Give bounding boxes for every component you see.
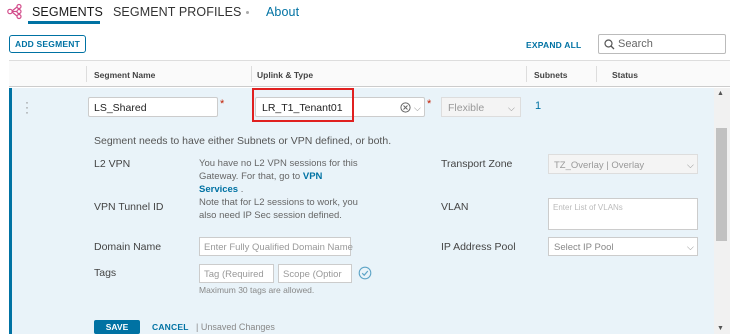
search-box[interactable]	[598, 34, 726, 54]
uplink-highlight-box	[252, 88, 354, 122]
domain-name-input[interactable]: Enter Fully Qualified Domain Name	[199, 237, 353, 256]
vlan-label: VLAN	[441, 201, 469, 213]
search-icon	[604, 39, 615, 50]
transport-zone-label: Transport Zone	[441, 158, 513, 170]
top-tabs-bar: SEGMENTS SEGMENT PROFILES About	[0, 0, 730, 24]
unsaved-changes-status: | Unsaved Changes	[196, 322, 275, 332]
tab-segment-profiles[interactable]: SEGMENT PROFILES	[113, 5, 241, 19]
domain-name-placeholder: Enter Fully Qualified Domain Name	[204, 242, 353, 253]
column-header-status[interactable]: Status	[612, 70, 638, 80]
tags-hint: Maximum 30 tags are allowed.	[199, 285, 315, 295]
validation-message: Segment needs to have either Subnets or …	[94, 135, 392, 147]
segment-type-select[interactable]: Flexible ⌵	[441, 97, 521, 117]
add-segment-button[interactable]: ADD SEGMENT	[9, 35, 86, 53]
column-header-uplink-type[interactable]: Uplink & Type	[257, 70, 313, 80]
ip-pool-placeholder: Select IP Pool	[554, 242, 614, 253]
tab-separator	[246, 11, 249, 14]
clear-icon[interactable]	[400, 102, 411, 113]
scrollbar-thumb[interactable]	[716, 128, 727, 241]
required-marker: *	[220, 98, 225, 110]
l2vpn-info-text: You have no L2 VPN sessions for this Gat…	[199, 157, 359, 222]
column-divider	[251, 66, 252, 82]
vlan-placeholder: Enter List of VLANs	[553, 203, 623, 212]
tab-segments[interactable]: SEGMENTS	[32, 5, 103, 19]
search-input[interactable]	[618, 36, 722, 52]
column-divider	[86, 66, 87, 82]
scope-input[interactable]: Scope (Optior	[278, 264, 352, 283]
expand-all-button[interactable]: EXPAND ALL	[526, 40, 581, 50]
ip-pool-label: IP Address Pool	[441, 241, 516, 253]
chevron-down-icon: ⌵	[687, 160, 694, 170]
cancel-button[interactable]: CANCEL	[152, 322, 189, 332]
subnets-count-link[interactable]: 1	[535, 100, 541, 112]
scroll-down-arrow[interactable]: ▼	[717, 325, 724, 332]
segment-type-value: Flexible	[448, 102, 485, 114]
chevron-down-icon: ⌵	[687, 242, 694, 252]
segment-name-value: LS_Shared	[94, 102, 147, 114]
domain-name-label: Domain Name	[94, 241, 162, 253]
scope-placeholder: Scope (Optior	[283, 269, 342, 280]
tags-label: Tags	[94, 267, 117, 279]
transport-zone-value: TZ_Overlay | Overlay	[554, 160, 645, 171]
ip-pool-select[interactable]: Select IP Pool ⌵	[548, 237, 698, 256]
segment-name-field[interactable]: LS_Shared	[88, 97, 218, 117]
chevron-down-icon[interactable]: ⌵	[414, 103, 421, 114]
l2vpn-info-line: also need IP Sec session defined.	[199, 210, 342, 221]
column-divider	[526, 66, 527, 82]
kebab-menu-icon[interactable]: · · ·	[25, 96, 29, 118]
l2vpn-info-line: Note that for L2 sessions to work, you	[199, 197, 358, 208]
transport-zone-select[interactable]: TZ_Overlay | Overlay ⌵	[548, 154, 698, 174]
l2vpn-label: L2 VPN	[94, 158, 131, 170]
chevron-down-icon: ⌵	[508, 103, 515, 113]
save-button[interactable]: SAVE	[94, 320, 140, 334]
vpn-tunnel-id-label: VPN Tunnel ID	[94, 201, 164, 213]
tab-about[interactable]: About	[266, 5, 299, 19]
scroll-up-arrow[interactable]: ▲	[717, 90, 724, 97]
vlan-textarea[interactable]: Enter List of VLANs	[548, 198, 698, 230]
tag-placeholder: Tag (Required	[204, 269, 264, 280]
l2vpn-info-line: You have no L2 VPN sessions for this	[199, 158, 358, 169]
tag-input[interactable]: Tag (Required	[199, 264, 274, 283]
l2vpn-info-text-part: Gateway. For that, go to	[199, 171, 303, 182]
column-header-subnets[interactable]: Subnets	[534, 70, 568, 80]
required-marker: *	[427, 98, 432, 110]
table-header: Segment Name Uplink & Type Subnets Statu…	[9, 60, 730, 87]
l2vpn-info-text-part: .	[238, 184, 244, 195]
segments-network-icon	[7, 3, 22, 20]
l2vpn-info-line: Gateway. For that, go to VPN Services .	[199, 170, 359, 196]
check-circle-icon[interactable]	[358, 266, 372, 280]
active-tab-indicator	[28, 21, 100, 24]
column-header-segment-name[interactable]: Segment Name	[94, 70, 155, 80]
column-divider	[596, 66, 597, 82]
